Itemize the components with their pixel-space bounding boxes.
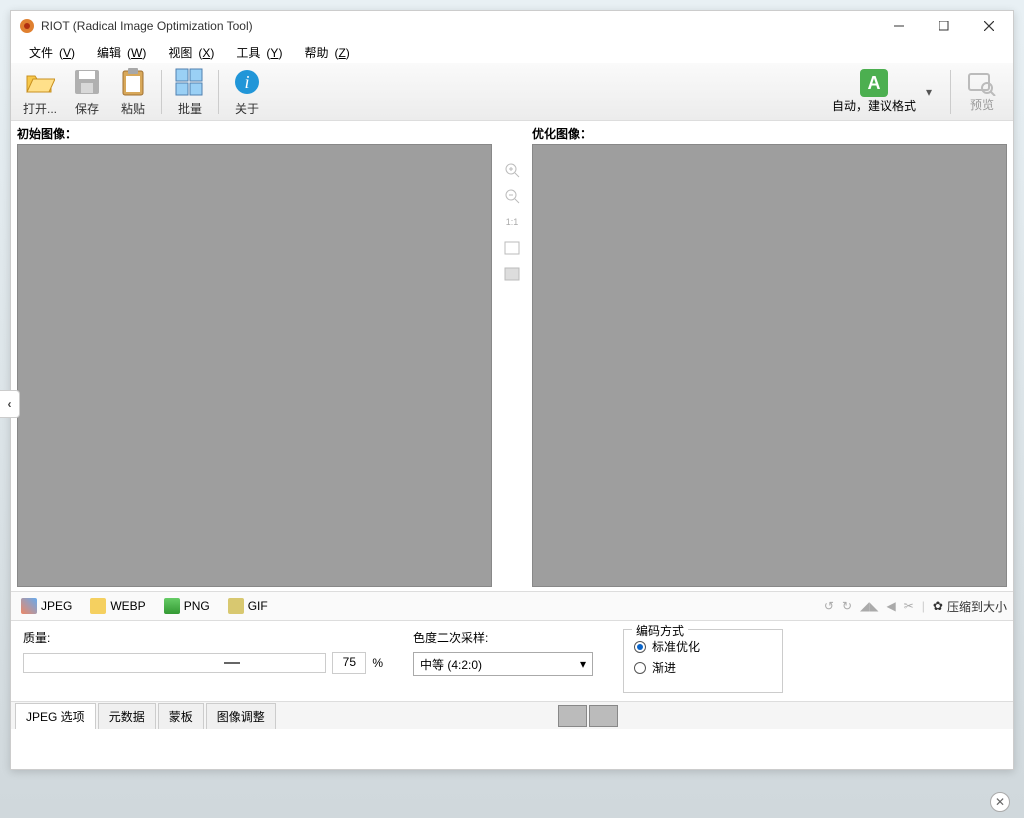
format-tab-jpeg[interactable]: JPEG (17, 596, 76, 616)
encoding-legend: 编码方式 (632, 622, 688, 639)
batch-label: 批量 (178, 100, 202, 117)
tab-image-adjust[interactable]: 图像调整 (206, 703, 276, 729)
flip-v-icon[interactable]: ◀ (887, 599, 896, 613)
about-label: 关于 (235, 100, 259, 117)
menu-help[interactable]: 帮助(Z) (292, 42, 355, 63)
webp-icon (90, 598, 106, 614)
gif-icon (228, 598, 244, 614)
quality-percent: % (372, 656, 383, 670)
open-button[interactable]: 打开... (17, 64, 63, 119)
tab-mask[interactable]: 蒙板 (158, 703, 204, 729)
chroma-select[interactable]: 中等 (4:2:0) ▾ (413, 652, 593, 676)
format-tab-png[interactable]: PNG (160, 596, 214, 616)
compress-to-size-button[interactable]: ✿ 压缩到大小 (933, 598, 1007, 615)
optimized-canvas[interactable] (532, 144, 1007, 587)
png-icon (164, 598, 180, 614)
menu-tools[interactable]: 工具(Y) (224, 42, 288, 63)
menu-edit[interactable]: 编辑(W) (85, 42, 152, 63)
chroma-block: 色度二次采样: 中等 (4:2:0) ▾ (413, 629, 593, 693)
titlebar: RIOT (Radical Image Optimization Tool) (11, 11, 1013, 41)
fit-window-icon[interactable] (503, 265, 521, 283)
minimize-button[interactable] (876, 12, 921, 40)
chroma-label: 色度二次采样: (413, 629, 593, 646)
chevron-down-icon: ▾ (580, 657, 586, 671)
tab-jpeg-options[interactable]: JPEG 选项 (15, 703, 96, 729)
transform-icons: ↺ ↻ ◢◣ ◀ ✂ | ✿ 压缩到大小 (824, 598, 1007, 615)
optimized-label: 优化图像： (532, 125, 1007, 142)
window-title: RIOT (Radical Image Optimization Tool) (41, 19, 876, 33)
jpeg-icon (21, 598, 37, 614)
menubar: 文件(V) 编辑(W) 视图(X) 工具(Y) 帮助(Z) (11, 41, 1013, 63)
magnifier-icon (967, 70, 997, 96)
chevron-down-icon[interactable]: ▾ (920, 85, 938, 99)
info-icon: i (231, 66, 263, 98)
original-canvas[interactable] (17, 144, 492, 587)
format-tab-webp[interactable]: WEBP (86, 596, 149, 616)
batch-button[interactable]: 批量 (168, 64, 212, 119)
close-button[interactable] (966, 12, 1011, 40)
zoom-out-icon[interactable] (503, 187, 521, 205)
format-tab-gif[interactable]: GIF (224, 596, 272, 616)
separator (950, 70, 951, 114)
batch-icon (174, 66, 206, 98)
fit-screen-icon[interactable] (503, 239, 521, 257)
app-window: RIOT (Radical Image Optimization Tool) 文… (10, 10, 1014, 770)
paste-label: 粘贴 (121, 100, 145, 117)
quality-block: 质量: 75 % (23, 629, 383, 693)
quality-value[interactable]: 75 (332, 652, 366, 674)
quality-label: 质量: (23, 629, 383, 646)
encoding-block: 编码方式 标准优化 渐进 (623, 629, 783, 693)
svg-text:i: i (245, 72, 250, 92)
radio-progressive[interactable]: 渐进 (634, 659, 772, 676)
floppy-icon (71, 66, 103, 98)
menu-view[interactable]: 视图(X) (156, 42, 220, 63)
radio-icon (634, 662, 646, 674)
save-label: 保存 (75, 100, 99, 117)
folder-open-icon (24, 66, 56, 98)
gear-icon: ✿ (933, 599, 943, 613)
zoom-tools: 1:1 (498, 121, 526, 591)
preview-button[interactable]: 预览 (957, 68, 1007, 115)
clipboard-icon (117, 66, 149, 98)
open-label: 打开... (23, 100, 57, 117)
overlay-close-button[interactable]: ✕ (990, 792, 1010, 812)
close-icon: ✕ (995, 795, 1005, 809)
separator (218, 70, 219, 114)
auto-format-button[interactable]: A 自动，建议格式 ▾ (826, 67, 944, 116)
radio-standard[interactable]: 标准优化 (634, 638, 772, 655)
original-label: 初始图像： (17, 125, 492, 142)
separator (161, 70, 162, 114)
app-icon (19, 18, 35, 34)
original-panel: 初始图像： (11, 121, 498, 591)
radio-icon (634, 641, 646, 653)
zoom-in-icon[interactable] (503, 161, 521, 179)
optimized-panel: 优化图像： (526, 121, 1013, 591)
chevron-left-icon: ‹ (8, 397, 12, 411)
thumbnail-strip[interactable] (558, 705, 618, 727)
format-tabs: JPEG WEBP PNG GIF ↺ ↻ ◢◣ ◀ ✂ | ✿ 压缩到大小 (11, 591, 1013, 621)
maximize-button[interactable] (921, 12, 966, 40)
paste-button[interactable]: 粘贴 (111, 64, 155, 119)
preview-label: 预览 (970, 96, 994, 113)
auto-format-icon: A (860, 69, 888, 97)
side-expand-button[interactable]: ‹ (0, 390, 20, 418)
settings-panel: 质量: 75 % 色度二次采样: 中等 (4:2:0) ▾ 编码方式 标准优化 (11, 621, 1013, 701)
rotate-cw-icon[interactable]: ↻ (842, 599, 852, 613)
flip-h-icon[interactable]: ◢◣ (860, 599, 878, 613)
rotate-ccw-icon[interactable]: ↺ (824, 599, 834, 613)
toolbar: 打开... 保存 粘贴 批量 i 关于 (11, 63, 1013, 121)
slider-thumb[interactable] (224, 662, 240, 664)
bottom-tabs: JPEG 选项 元数据 蒙板 图像调整 (11, 701, 1013, 729)
about-button[interactable]: i 关于 (225, 64, 269, 119)
image-panels: 初始图像： 1:1 优化图像： (11, 121, 1013, 591)
quality-slider[interactable] (23, 653, 326, 673)
menu-file[interactable]: 文件(V) (17, 42, 81, 63)
crop-icon[interactable]: ✂ (904, 599, 914, 613)
save-button[interactable]: 保存 (65, 64, 109, 119)
auto-format-label: 自动，建议格式 (832, 97, 916, 114)
zoom-1to1-button[interactable]: 1:1 (503, 213, 521, 231)
tab-metadata[interactable]: 元数据 (98, 703, 156, 729)
